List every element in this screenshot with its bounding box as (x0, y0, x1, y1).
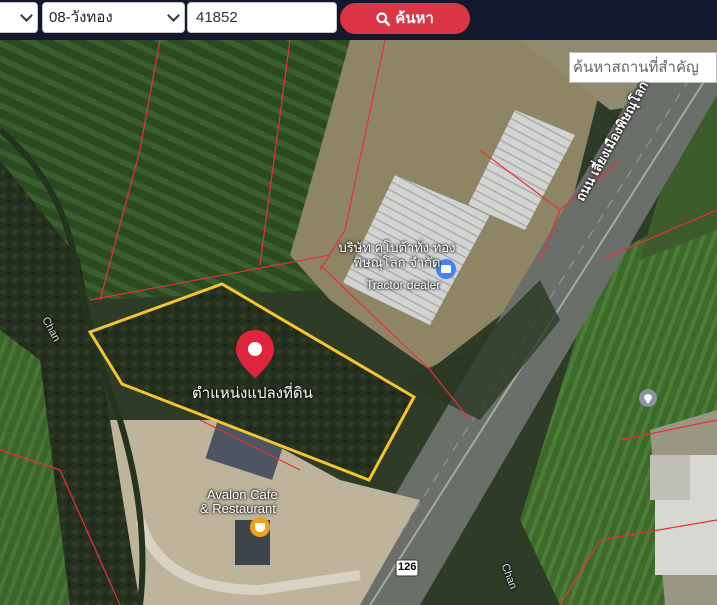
place-search-input[interactable]: ค้นหาสถานที่สำคัญ (569, 52, 717, 83)
cafe-name-line2[interactable]: & Restaurant (200, 501, 276, 516)
route-number-label: 126 (398, 561, 417, 573)
search-icon (376, 12, 391, 27)
parcel-marker-label: ตำแหน่งแปลงที่ดิน (192, 385, 313, 402)
grey-place-pin-icon[interactable] (639, 389, 657, 407)
chevron-down-icon (167, 9, 180, 22)
business-category-label: Tractor dealer (366, 278, 441, 292)
district-select[interactable]: 08-วังทอง (42, 2, 185, 33)
province-select[interactable] (0, 2, 38, 33)
search-button[interactable]: ค้นหา (340, 3, 470, 34)
business-name-label[interactable]: บริษัท คูโบต้าทั่ง ทองพิษณุโลก จำกัด (338, 240, 456, 270)
satellite-map[interactable]: ค้นหาสถานที่สำคัญ ตำแหน่งแปลงที่ดิน บริษ… (0, 40, 717, 605)
search-button-label: ค้นหา (395, 10, 434, 27)
cafe-name-line1[interactable]: Avalon Cafe (207, 487, 278, 502)
coffee-cup-icon (255, 523, 265, 532)
top-toolbar: 08-วังทอง 41852 ค้นหา (0, 0, 717, 40)
parcel-number-input[interactable]: 41852 (187, 2, 337, 33)
chevron-down-icon (20, 9, 33, 22)
district-select-value: 08-วังทอง (49, 9, 113, 26)
